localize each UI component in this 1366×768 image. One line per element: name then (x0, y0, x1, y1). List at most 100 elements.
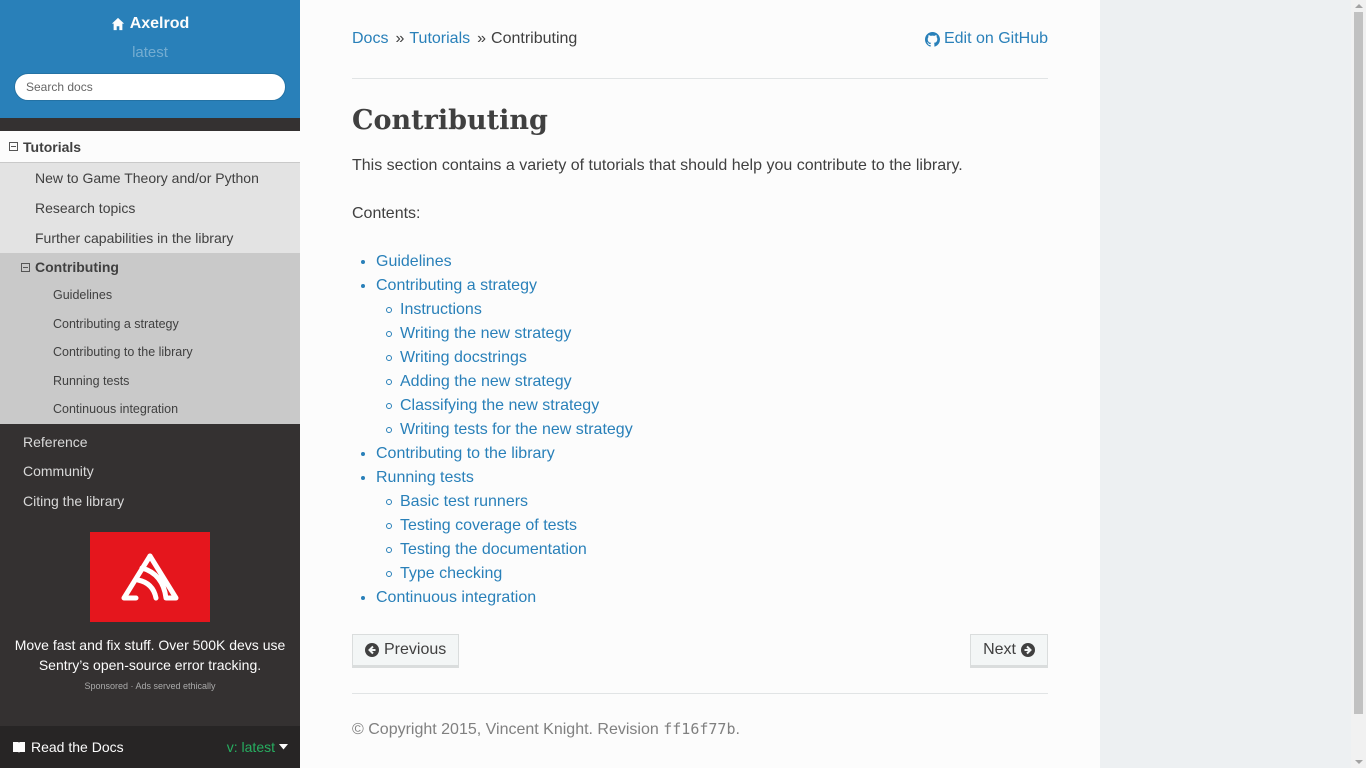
sidebar-item-reference[interactable]: Reference (0, 428, 300, 458)
page-title: Contributing (352, 105, 548, 136)
breadcrumb-docs[interactable]: Docs (352, 30, 388, 48)
sponsor-ad: Move fast and fix stuff. Over 500K devs … (0, 532, 300, 691)
toc-link-writing-strategy[interactable]: Writing the new strategy (400, 325, 571, 342)
sidebar-item-further-capabilities[interactable]: Further capabilities in the library (0, 223, 300, 253)
table-of-contents: Guidelines Contributing a strategy Instr… (352, 250, 1048, 610)
scroll-up-icon[interactable] (1355, 4, 1363, 8)
page-scrollbar[interactable] (1351, 0, 1366, 768)
home-icon (111, 17, 124, 31)
toc-link-contributing-library[interactable]: Contributing to the library (376, 445, 555, 462)
toc-link-writing-tests[interactable]: Writing tests for the new strategy (400, 421, 633, 438)
toc-link-continuous-integration[interactable]: Continuous integration (376, 589, 536, 606)
collapse-icon[interactable] (9, 142, 18, 151)
footer: © Copyright 2015, Vincent Knight. Revisi… (352, 720, 1048, 739)
sidebar-subnav: New to Game Theory and/or Python Researc… (0, 163, 300, 424)
sidebar: Axelrod latest Tutorials New to Game The… (0, 0, 300, 768)
sidebar-subsubnav: Guidelines Contributing a strategy Contr… (0, 281, 300, 424)
collapse-icon[interactable] (21, 262, 30, 272)
sidebar-item-citing[interactable]: Citing the library (0, 487, 300, 517)
breadcrumb-tutorials[interactable]: Tutorials (409, 30, 470, 48)
footer-revision: ff16f77b (663, 720, 736, 738)
scroll-down-icon[interactable] (1355, 760, 1363, 764)
toc-link-classifying-strategy[interactable]: Classifying the new strategy (400, 397, 599, 414)
toc-item: Guidelines (361, 250, 1048, 274)
previous-button[interactable]: Previous (352, 634, 460, 668)
rtd-version-text: v: latest (226, 739, 275, 755)
project-name: Axelrod (129, 15, 190, 32)
toc-subitem: Basic test runners (386, 490, 1048, 514)
toc-subitem: Type checking (386, 562, 1048, 586)
sidebar-item-continuous-integration[interactable]: Continuous integration (0, 395, 300, 424)
ad-text[interactable]: Move fast and fix stuff. Over 500K devs … (0, 635, 300, 675)
sidebar-item-contributing-library[interactable]: Contributing to the library (0, 338, 300, 367)
project-link[interactable]: Axelrod (111, 15, 190, 33)
toc-link-type-checking[interactable]: Type checking (400, 565, 502, 582)
pager: Previous Next (352, 634, 1048, 694)
toc-subitem: Writing docstrings (386, 346, 1048, 370)
toc-item: Contributing to the library (361, 442, 1048, 466)
next-label: Next (983, 641, 1016, 658)
github-icon (924, 31, 940, 47)
sidebar-item-contributing-head[interactable]: Contributing (0, 253, 300, 281)
sidebar-header: Axelrod latest (0, 0, 300, 118)
sidebar-item-guidelines[interactable]: Guidelines (0, 281, 300, 310)
edit-on-github-link[interactable]: Edit on GitHub (924, 30, 1048, 48)
project-version: latest (132, 44, 168, 61)
toc-link-testing-documentation[interactable]: Testing the documentation (400, 541, 587, 558)
edit-on-github-text: Edit on GitHub (943, 30, 1048, 47)
sidebar-item-label: Tutorials (23, 138, 82, 155)
sidebar-item-contributing: Contributing Guidelines Contributing a s… (0, 253, 300, 424)
ad-sponsored-note[interactable]: Sponsored · Ads served ethically (0, 681, 300, 691)
book-icon (13, 741, 25, 753)
sentry-logo (121, 553, 179, 601)
toc-link-writing-docstrings[interactable]: Writing docstrings (400, 349, 527, 366)
toc-subitem: Writing tests for the new strategy (386, 418, 1048, 442)
toc-sublist: Instructions Writing the new strategy Wr… (376, 298, 1048, 442)
sidebar-item-contributing-strategy[interactable]: Contributing a strategy (0, 310, 300, 339)
sidebar-item-running-tests[interactable]: Running tests (0, 367, 300, 396)
toc-link-adding-strategy[interactable]: Adding the new strategy (400, 373, 572, 390)
toc-item: Contributing a strategy Instructions Wri… (361, 274, 1048, 442)
toc-subitem: Writing the new strategy (386, 322, 1048, 346)
toc-subitem: Testing coverage of tests (386, 514, 1048, 538)
toc-subitem: Adding the new strategy (386, 370, 1048, 394)
breadcrumb: Docs » Tutorials » Contributing Edit on … (352, 0, 1048, 79)
breadcrumb-separator: » (477, 30, 487, 47)
toc-link-basic-runners[interactable]: Basic test runners (400, 493, 528, 510)
sidebar-gap (0, 118, 300, 131)
sidebar-item-tutorials[interactable]: Tutorials (0, 131, 300, 163)
search-input[interactable] (14, 73, 286, 101)
sidebar-item-label: Contributing (35, 259, 119, 275)
rtd-version-bar[interactable]: Read the Docs v: latest (0, 726, 300, 768)
toc-item: Continuous integration (361, 586, 1048, 610)
sidebar-item-community[interactable]: Community (0, 457, 300, 487)
toc-link-contributing-strategy[interactable]: Contributing a strategy (376, 277, 537, 294)
toc-link-testing-coverage[interactable]: Testing coverage of tests (400, 517, 577, 534)
rtd-version[interactable]: v: latest (227, 739, 288, 755)
toc-subitem: Instructions (386, 298, 1048, 322)
toc-item: Running tests Basic test runners Testing… (361, 466, 1048, 586)
sidebar-item-research-topics[interactable]: Research topics (0, 193, 300, 223)
sentry-logo-icon[interactable] (90, 532, 210, 622)
contents-label: Contents: (352, 205, 421, 222)
toc-subitem: Classifying the new strategy (386, 394, 1048, 418)
rtd-label-text: Read the Docs (31, 739, 124, 755)
rtd-label: Read the Docs (12, 739, 124, 755)
arrow-circle-left-icon (365, 643, 379, 657)
sidebar-top-nav: Reference Community Citing the library (0, 424, 300, 517)
caret-down-icon (279, 744, 288, 750)
previous-label: Previous (384, 641, 447, 658)
sidebar-item-game-theory[interactable]: New to Game Theory and/or Python (0, 163, 300, 193)
toc-link-running-tests[interactable]: Running tests (376, 469, 474, 486)
toc-subitem: Testing the documentation (386, 538, 1048, 562)
breadcrumb-separator: » (395, 30, 405, 47)
page-description: This section contains a variety of tutor… (352, 157, 963, 174)
next-button[interactable]: Next (970, 634, 1048, 668)
footer-copyright: © Copyright 2015, Vincent Knight. Revisi… (352, 721, 664, 738)
toc-link-guidelines[interactable]: Guidelines (376, 253, 452, 270)
footer-suffix: . (735, 721, 740, 738)
toc-link-instructions[interactable]: Instructions (400, 301, 482, 318)
breadcrumb-current: Contributing (491, 30, 578, 47)
scrollbar-thumb[interactable] (1354, 12, 1363, 714)
main-content: Docs » Tutorials » Contributing Edit on … (300, 0, 1100, 768)
